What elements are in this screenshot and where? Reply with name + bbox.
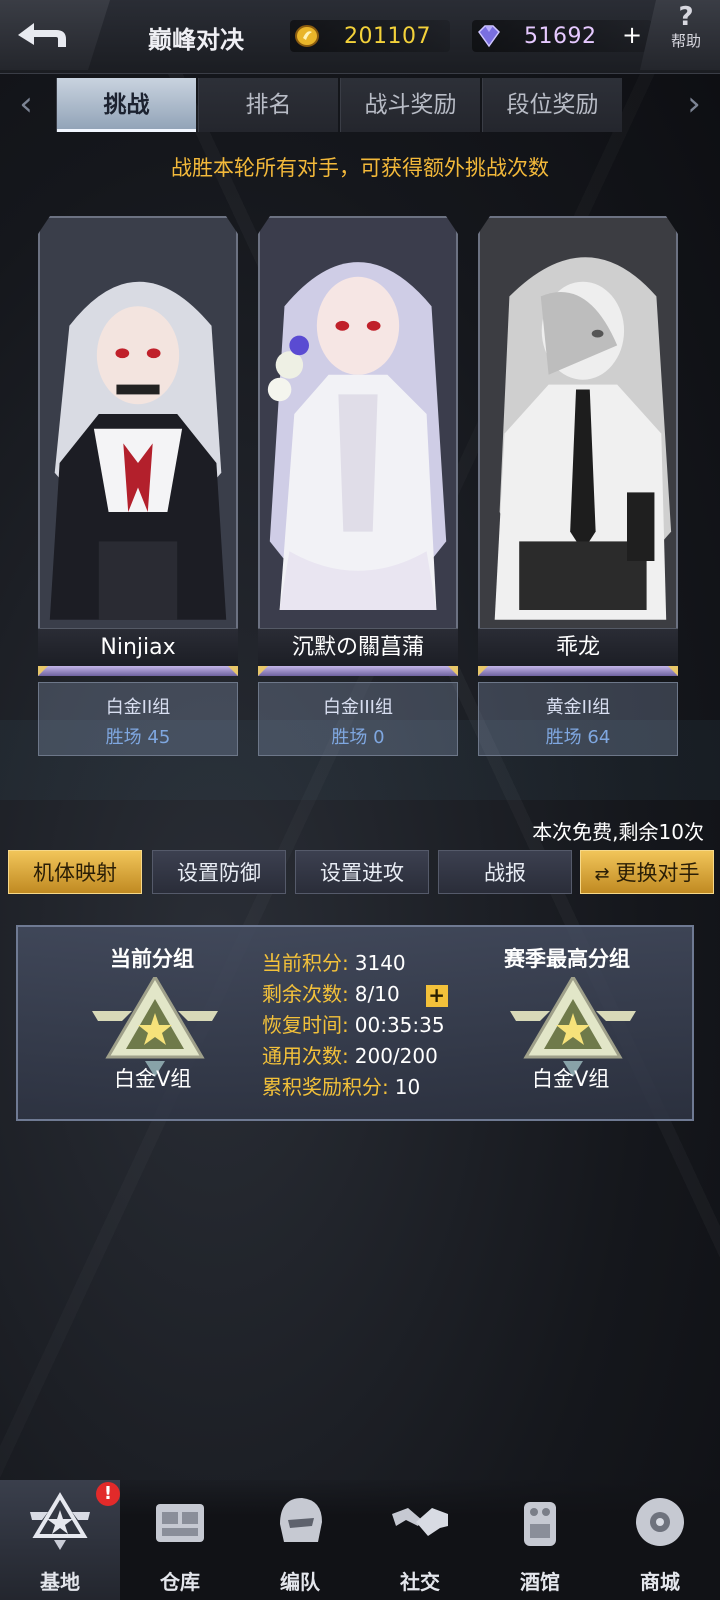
gold-coin-icon: [295, 25, 319, 47]
add-attempts-button[interactable]: +: [425, 984, 448, 1007]
opponent-tier: 白金III组: [323, 697, 393, 718]
stat-value: 3140: [354, 951, 406, 975]
shop-icon: [636, 1498, 684, 1546]
help-icon: ?: [678, 2, 694, 32]
tab-battle-rewards[interactable]: 战斗奖励: [340, 78, 480, 132]
change-opponent-button[interactable]: ⇄ 更换对手: [580, 850, 714, 894]
nav-label: 酒馆: [520, 1570, 560, 1594]
stat-current-score: 当前积分: 3140: [262, 947, 448, 978]
rank-status-panel: 当前分组 白金V组 当前积分: 3140 剩余次数: 8/10 + 恢复时间: 00:3…: [16, 925, 694, 1121]
bottom-nav: ! 基地 仓库 编队 社交 酒馆 商城: [0, 1480, 720, 1600]
tab-challenge[interactable]: 挑战: [56, 78, 196, 132]
opponent-portrait: [260, 218, 456, 659]
opponent-portrait: [40, 218, 236, 659]
tab-ranking[interactable]: 排名: [198, 78, 338, 132]
opponent-name: 沉默の關菖蒲: [258, 628, 458, 666]
nav-tavern[interactable]: 酒馆: [480, 1480, 600, 1600]
opponent-wins: 胜场 64: [545, 727, 611, 748]
help-button[interactable]: ? 帮助: [640, 0, 720, 70]
change-opponent-label: 更换对手: [615, 861, 700, 885]
stat-key: 剩余次数:: [262, 982, 349, 1006]
handshake-icon: [392, 1508, 448, 1536]
coin-value: 201107: [344, 23, 431, 49]
free-refresh-note: 本次免费,剩余10次: [532, 820, 704, 844]
back-arrow-icon: [18, 23, 66, 47]
stat-key: 当前积分:: [262, 951, 349, 975]
gem-icon: [478, 25, 500, 48]
stat-value: 00:35:35: [354, 1013, 445, 1037]
set-defense-button[interactable]: 设置防御: [152, 850, 286, 894]
formation-helmet-icon: [280, 1498, 322, 1542]
stat-accumulated-reward: 累积奖励积分: 10: [262, 1071, 448, 1102]
nav-label: 仓库: [160, 1570, 200, 1594]
name-underline: [478, 666, 678, 676]
stats-list: 当前积分: 3140 剩余次数: 8/10 + 恢复时间: 00:35:35 通用次数:…: [262, 947, 448, 1102]
notification-badge: !: [96, 1482, 120, 1506]
notice-text: 战胜本轮所有对手，可获得额外挑战次数: [171, 156, 549, 180]
tab-rank-rewards[interactable]: 段位奖励: [482, 78, 622, 132]
season-best-value: 白金V组: [532, 1067, 610, 1091]
mech-mapping-button[interactable]: 机体映射: [8, 850, 142, 894]
battle-report-button[interactable]: 战报: [438, 850, 572, 894]
top-bar: 巅峰对决 201107 51692 + ? 帮助: [0, 0, 720, 74]
nav-formation[interactable]: 编队: [240, 1480, 360, 1600]
opponent-info: 黄金II组 胜场 64: [478, 682, 678, 756]
base-star-icon: [30, 1492, 90, 1550]
stat-key: 通用次数:: [262, 1044, 349, 1068]
tab-scroll-right-icon[interactable]: ›: [676, 84, 712, 126]
gem-value: 51692: [524, 23, 597, 49]
nav-label: 基地: [40, 1570, 80, 1594]
current-group-value: 白金V组: [114, 1067, 192, 1091]
opponent-portrait-frame: [478, 216, 678, 666]
opponent-card[interactable]: 乖龙 黄金II组 胜场 64: [478, 216, 678, 756]
tavern-icon: [524, 1502, 556, 1546]
add-gems-button[interactable]: +: [620, 23, 644, 48]
opponent-portrait: [480, 218, 676, 659]
tab-scroll-left-icon[interactable]: ‹: [8, 84, 44, 126]
opponent-tier: 黄金II组: [545, 697, 611, 718]
back-button[interactable]: [0, 0, 110, 70]
page-title: 巅峰对决: [148, 26, 244, 54]
tab-bar: ‹ 挑战 排名 战斗奖励 段位奖励 ›: [0, 78, 720, 132]
opponent-wins: 胜场 45: [105, 727, 171, 748]
warehouse-icon: [156, 1504, 204, 1542]
nav-shop[interactable]: 商城: [600, 1480, 720, 1600]
opponent-card[interactable]: Ninjiax 白金II组 胜场 45: [38, 216, 238, 756]
nav-base[interactable]: ! 基地: [0, 1480, 120, 1600]
nav-label: 社交: [400, 1570, 440, 1594]
stat-key: 累积奖励积分:: [262, 1075, 389, 1099]
opponent-info: 白金III组 胜场 0: [258, 682, 458, 756]
stat-value: 8/10: [354, 982, 400, 1006]
name-underline: [258, 666, 458, 676]
stat-general-attempts: 通用次数: 200/200: [262, 1040, 448, 1071]
opponent-card[interactable]: 沉默の關菖蒲 白金III组 胜场 0: [258, 216, 458, 756]
help-label: 帮助: [670, 32, 701, 50]
opponent-wins: 胜场 0: [331, 727, 385, 748]
opponent-info: 白金II组 胜场 45: [38, 682, 238, 756]
set-attack-button[interactable]: 设置进攻: [295, 850, 429, 894]
nav-warehouse[interactable]: 仓库: [120, 1480, 240, 1600]
nav-social[interactable]: 社交: [360, 1480, 480, 1600]
opponent-name: 乖龙: [478, 628, 678, 666]
name-underline: [38, 666, 238, 676]
coin-counter: 201107: [290, 20, 450, 52]
season-best-label: 赛季最高分组: [504, 947, 630, 971]
nav-label: 编队: [280, 1570, 320, 1594]
stat-recovery-time: 恢复时间: 00:35:35: [262, 1009, 448, 1040]
opponent-portrait-frame: [38, 216, 238, 666]
stat-value: 10: [394, 1075, 421, 1099]
stat-value: 200/200: [354, 1044, 438, 1068]
gem-counter: 51692 +: [472, 20, 652, 52]
current-group-label: 当前分组: [110, 947, 194, 971]
opponent-tier: 白金II组: [105, 697, 171, 718]
stat-key: 恢复时间:: [262, 1013, 349, 1037]
nav-label: 商城: [640, 1570, 680, 1594]
opponent-name: Ninjiax: [38, 628, 238, 666]
stat-remaining-attempts: 剩余次数: 8/10 +: [262, 978, 448, 1009]
opponent-portrait-frame: [258, 216, 458, 666]
swap-icon: ⇄: [594, 864, 610, 885]
